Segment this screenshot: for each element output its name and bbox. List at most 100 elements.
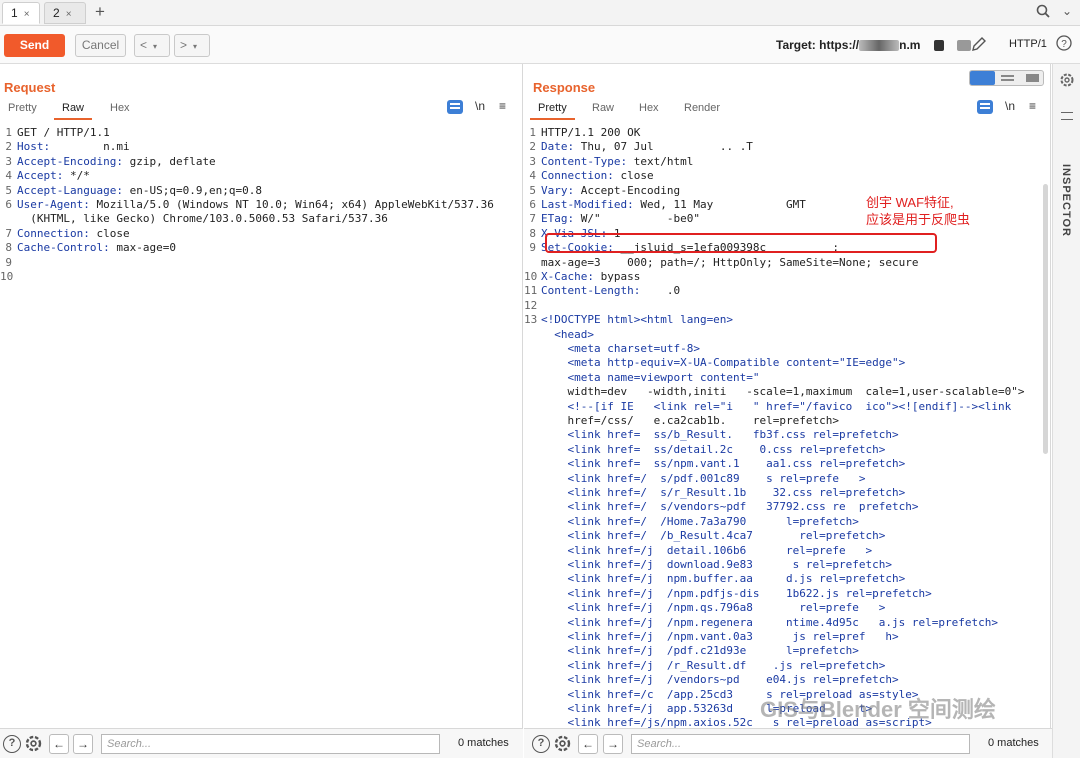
line-text: <link href= ss/b_Result. fb3f.css rel=pr… [541, 428, 899, 442]
newline-toggle-icon[interactable]: \n [1005, 99, 1015, 113]
close-icon[interactable]: × [24, 9, 30, 20]
line-text: Mozilla/5.0 (Windows NT 10.0; Win64; x64… [89, 198, 494, 211]
wrap-lines-icon[interactable] [447, 100, 463, 114]
search-input[interactable]: Search... [631, 734, 970, 754]
add-tab-icon[interactable]: + [95, 3, 105, 21]
layout-stacked-icon[interactable] [1001, 75, 1014, 81]
tab-pretty[interactable]: Pretty [8, 102, 37, 114]
previous-match-button[interactable]: ← [49, 734, 69, 754]
next-match-button[interactable]: → [73, 734, 93, 754]
target-label[interactable]: Target: https:// n.m [776, 38, 972, 52]
code-line: <link href=/ s/r_Result.1b 32.css rel=pr… [524, 486, 905, 500]
toolbar: Send Cancel < ▾ > ▾ Target: https:// n.m HT… [0, 26, 1080, 64]
code-line: max-age=3 000; path=/; HttpOnly; SameSit… [524, 256, 919, 270]
tab-render[interactable]: Render [684, 102, 720, 114]
list-icon[interactable] [1061, 112, 1073, 120]
code-line: <link href=/j /npm.regenera ntime.4d95c … [524, 616, 997, 630]
code-line: <link href= ss/b_Result. fb3f.css rel=pr… [524, 428, 899, 442]
inspector-label[interactable]: INSPECTOR [1060, 164, 1072, 237]
newline-toggle-icon[interactable]: \n [475, 99, 485, 113]
code-line: 4 Connection: close [524, 169, 653, 183]
line-number: 9 [5, 255, 12, 269]
back-label: < [140, 38, 148, 52]
help-icon[interactable]: ? [3, 735, 21, 753]
layout-toggle[interactable] [969, 70, 1044, 86]
scrollbar[interactable] [1043, 184, 1048, 454]
code-line: 10 X-Cache: bypass [524, 270, 640, 284]
next-match-button[interactable]: → [603, 734, 623, 754]
previous-match-button[interactable]: ← [578, 734, 598, 754]
line-number: 1 [5, 126, 12, 139]
code-line: 6 User-Agent: Mozilla/5.0 (Windows NT 10.… [0, 198, 494, 212]
line-number: 11 [524, 284, 538, 298]
code-line: 8 Cache-Control: max-age=0 [0, 241, 176, 255]
line-text: bypass [593, 270, 641, 283]
line-text: <link href=/j detail.106b6 rel=prefe > [541, 543, 873, 557]
send-button[interactable]: Send [4, 34, 65, 57]
tab-hex[interactable]: Hex [110, 102, 130, 114]
back-button[interactable]: < ▾ [134, 34, 170, 57]
code-line: 11 Content-Length: .0 [524, 284, 680, 298]
code-line: <meta name=viewport content=" [524, 371, 759, 385]
line-number: 2 [5, 140, 12, 154]
forward-button[interactable]: > ▾ [174, 34, 210, 57]
tab-1[interactable]: 1 × [2, 2, 40, 24]
line-text: <link href=/j /npm.vant.0a3 js rel=pref … [541, 630, 899, 643]
tab-2[interactable]: 2 × [44, 2, 86, 24]
line-text: */* [63, 169, 90, 183]
protocol-label[interactable]: HTTP/1 [1009, 38, 1047, 50]
tab-raw[interactable]: Raw [592, 102, 614, 114]
request-view-tabs: Pretty Raw Hex [0, 100, 522, 122]
header-name: Vary: [541, 183, 575, 197]
layout-single-icon[interactable] [1026, 74, 1039, 82]
cancel-button[interactable]: Cancel [75, 34, 126, 57]
search-icon[interactable] [1036, 4, 1050, 22]
line-text: <link href=/j /vendors~pd e04.js rel=pre… [541, 673, 899, 687]
gear-icon[interactable] [1059, 72, 1075, 91]
menu-icon[interactable]: ≡ [499, 99, 506, 113]
line-text: Thu, 07 Jul .. .T [574, 140, 753, 154]
code-line: 9 [0, 256, 17, 270]
gear-icon[interactable] [553, 734, 572, 756]
edit-icon[interactable] [970, 35, 988, 56]
help-icon[interactable]: ? [1056, 35, 1072, 54]
line-number: 2 [529, 140, 536, 154]
code-line: <link href=/j detail.106b6 rel=prefe > [524, 544, 872, 558]
wrap-lines-icon[interactable] [977, 100, 993, 114]
code-line: <link href=/j npm.buffer.aa d.js rel=pre… [524, 572, 905, 586]
line-text: max-age=0 [109, 241, 176, 255]
request-search-bar: ? ← → Search... 0 matches [0, 728, 523, 758]
line-number: 9 [529, 241, 536, 255]
response-search-bar: ? ← → Search... 0 matches [524, 728, 1052, 758]
search-input[interactable]: Search... [101, 734, 440, 754]
code-line: 3 Content-Type: text/html [524, 155, 693, 169]
line-text: <link href= ss/npm.vant.1 aa1.css rel=pr… [541, 457, 906, 471]
line-number: 3 [5, 154, 12, 168]
close-icon[interactable]: × [66, 9, 72, 20]
chevron-down-icon[interactable]: ⌄ [1062, 4, 1072, 18]
code-line: <link href=/j /npm.vant.0a3 js rel=pref … [524, 630, 899, 644]
layout-split-icon[interactable] [970, 71, 995, 85]
line-text: <link href=/j /r_Result.df .js rel=prefe… [541, 658, 886, 672]
line-text: <link href=/j /npm.pdfjs-dis 1b622.js re… [541, 586, 932, 600]
response-editor[interactable]: 1 HTTP/1.1 200 OK 2 Date: Thu, 07 Jul .. .T… [524, 121, 1050, 728]
line-number: 10 [524, 270, 538, 283]
header-name: ETag: [541, 212, 575, 226]
line-text: HTTP/1.1 200 OK [541, 126, 641, 139]
gear-icon[interactable] [24, 734, 43, 756]
line-number: 6 [5, 198, 12, 211]
tab-hex[interactable]: Hex [639, 102, 659, 114]
menu-icon[interactable]: ≡ [1029, 99, 1036, 113]
response-title: Response [533, 80, 596, 95]
code-line: 5 Vary: Accept-Encoding [524, 184, 680, 198]
line-text: <meta http-equiv=X-UA-Compatible content… [541, 356, 906, 370]
line-number: 13 [524, 313, 538, 327]
request-editor[interactable]: 1 GET / HTTP/1.1 2 Host: n.mi 3 Accept-Encodi… [0, 121, 522, 728]
help-icon[interactable]: ? [532, 735, 550, 753]
tab-raw[interactable]: Raw [53, 102, 93, 120]
tab-pretty[interactable]: Pretty [530, 102, 575, 120]
line-number: 7 [529, 212, 536, 226]
header-name: Cache-Control: [17, 241, 110, 255]
line-number: 4 [5, 169, 12, 183]
line-text: gzip, deflate [122, 154, 216, 168]
